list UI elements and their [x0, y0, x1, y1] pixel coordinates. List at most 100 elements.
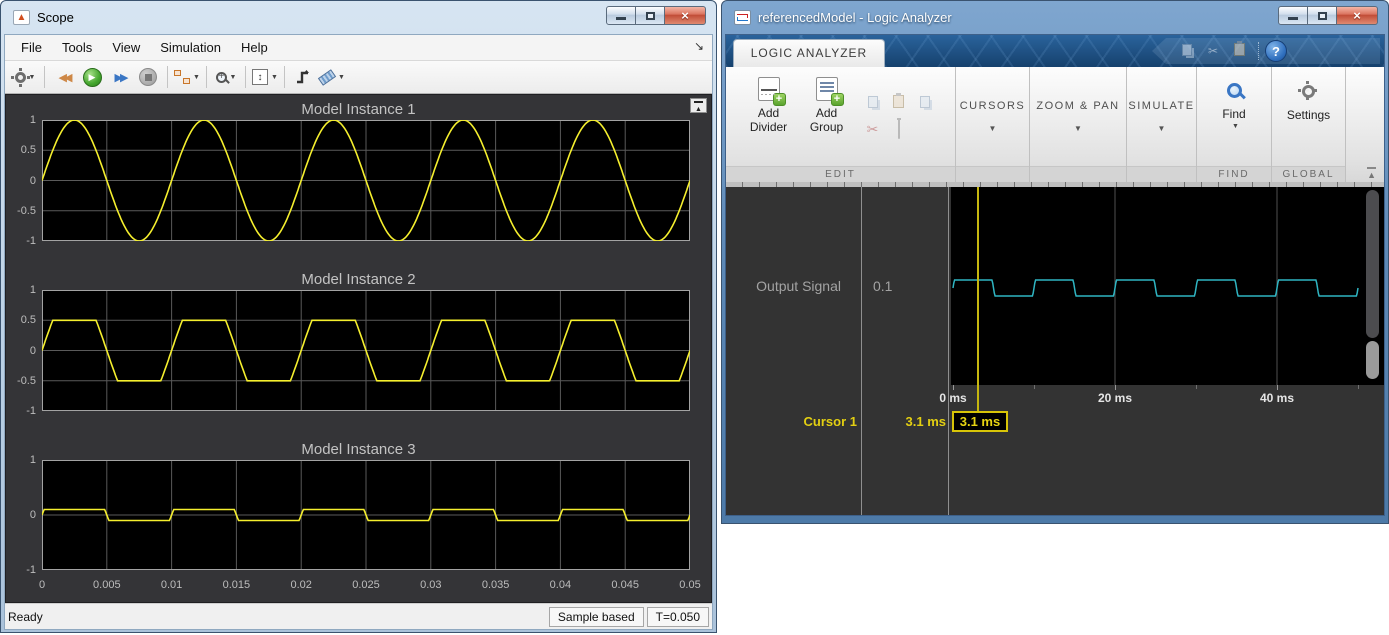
delete-icon[interactable] — [898, 121, 900, 139]
x-tick-label: 0.03 — [409, 579, 453, 591]
plot-canvas[interactable] — [42, 120, 690, 246]
scope-settings-button[interactable]: ▼ — [12, 64, 38, 90]
plot-title: Model Instance 3 — [6, 439, 711, 460]
y-tick-label: 0 — [30, 509, 36, 521]
menu-help[interactable]: Help — [231, 35, 278, 61]
maximize-button[interactable] — [635, 6, 665, 25]
collapse-toolstrip-button[interactable]: ▲ — [1367, 167, 1376, 180]
simulate-label: SIMULATE — [1128, 100, 1194, 112]
scrollbar-thumb[interactable] — [1366, 190, 1379, 338]
close-button[interactable]: × — [1336, 6, 1378, 25]
axis-tick — [1277, 385, 1278, 390]
plot-model-instance-1: Model Instance 1 10.50-0.5-1 — [6, 99, 711, 246]
chevron-down-icon: ▼ — [271, 74, 278, 81]
cursor-flag[interactable]: 3.1 ms — [952, 411, 1008, 432]
cursor-line[interactable] — [977, 187, 979, 411]
plot-title: Model Instance 2 — [6, 269, 711, 290]
x-tick-label: 0 — [20, 579, 64, 591]
la-tab-banner: LOGIC ANALYZER ✂ ? — [726, 35, 1384, 67]
x-tick-label: 0.015 — [214, 579, 258, 591]
axis-tick-minor — [1358, 385, 1359, 389]
search-icon — [1227, 83, 1242, 98]
trigger-button[interactable] — [291, 64, 317, 90]
settings-button[interactable]: Settings — [1276, 71, 1342, 163]
scope-menubar: File Tools View Simulation Help ↘ — [5, 35, 712, 61]
logic-analyzer-window: referencedModel - Logic Analyzer × LOGIC… — [721, 0, 1389, 524]
section-label-global: GLOBAL — [1272, 166, 1345, 182]
gear-icon — [15, 72, 26, 83]
y-tick-label: -1 — [26, 235, 36, 247]
ruler-icon — [318, 69, 336, 86]
tab-logic-analyzer[interactable]: LOGIC ANALYZER — [733, 39, 885, 67]
scope-statusbar: Ready Sample based T=0.050 — [5, 603, 712, 629]
stop-icon — [139, 68, 157, 86]
menu-view[interactable]: View — [102, 35, 150, 61]
minimize-button[interactable] — [606, 6, 636, 25]
vertical-scrollbar[interactable] — [1366, 190, 1379, 382]
paste-icon[interactable] — [1226, 43, 1252, 59]
cursor-value: 3.1 ms — [861, 414, 946, 429]
add-divider-button[interactable]: + Add Divider — [740, 71, 798, 163]
plot-model-instance-2: Model Instance 2 10.50-0.5-1 — [6, 269, 711, 416]
column-divider[interactable] — [861, 187, 862, 515]
cursors-label: CURSORS — [960, 100, 1026, 112]
stop-button[interactable] — [135, 64, 161, 90]
run-button[interactable]: ▶ — [79, 64, 105, 90]
measurements-button[interactable]: ▼ — [319, 64, 345, 90]
toolstrip-section-find: Find ▼ FIND — [1197, 67, 1272, 183]
waveform-canvas[interactable] — [951, 187, 1384, 385]
scale-axes-button[interactable]: ↕▼ — [252, 64, 278, 90]
toolstrip-section-simulate[interactable]: SIMULATE ▼ — [1127, 67, 1197, 183]
copy-icon[interactable] — [868, 95, 878, 113]
plot-canvas[interactable] — [42, 290, 690, 416]
y-tick-label: 0 — [30, 175, 36, 187]
toolstrip-section-zoom-pan[interactable]: ZOOM & PAN ▼ — [1030, 67, 1127, 183]
play-icon: ▶ — [83, 68, 102, 87]
close-button[interactable]: × — [664, 6, 706, 25]
chevron-down-icon: ▼ — [338, 74, 345, 81]
y-tick-label: -1 — [26, 405, 36, 417]
y-tick-label: 1 — [30, 454, 36, 466]
y-tick-label: 0.5 — [21, 314, 36, 326]
chevron-down-icon[interactable]: ▼ — [989, 124, 997, 133]
add-group-button[interactable]: + Add Group — [798, 71, 856, 163]
section-label-edit: EDIT — [726, 166, 955, 182]
cut-icon[interactable]: ✂ — [867, 121, 879, 138]
chevron-down-icon: ▼ — [1232, 123, 1239, 130]
find-button[interactable]: Find ▼ — [1201, 71, 1267, 163]
minimize-button[interactable] — [1278, 6, 1308, 25]
menu-tools[interactable]: Tools — [52, 35, 102, 61]
x-tick-label: 0.045 — [603, 579, 647, 591]
scrollbar-track-piece[interactable] — [1366, 341, 1379, 379]
duplicate-icon[interactable] — [920, 95, 930, 113]
zoom-button[interactable]: ▼ — [213, 64, 239, 90]
time-axis-label: 40 ms — [1247, 391, 1307, 405]
x-tick-label: 0.04 — [538, 579, 582, 591]
la-titlebar[interactable]: referencedModel - Logic Analyzer × — [725, 1, 1385, 34]
add-group-icon: + — [816, 77, 838, 101]
menu-file[interactable]: File — [11, 35, 52, 61]
axis-tick — [1115, 385, 1116, 390]
step-forward-button[interactable]: ▶▶ — [107, 64, 133, 90]
column-divider[interactable] — [948, 187, 949, 515]
help-icon[interactable]: ? — [1265, 40, 1287, 62]
maximize-button[interactable] — [1307, 6, 1337, 25]
chevron-down-icon[interactable]: ▼ — [1158, 124, 1166, 133]
cut-icon[interactable]: ✂ — [1200, 44, 1226, 58]
signal-name-cell[interactable]: Output Signal — [726, 187, 861, 385]
copy-icon[interactable] — [1174, 44, 1200, 59]
logic-analyzer-app-icon — [734, 10, 751, 25]
step-back-button[interactable]: ◀◀ — [51, 64, 77, 90]
cursor-name[interactable]: Cursor 1 — [726, 414, 857, 429]
chevron-down-icon[interactable]: ▼ — [1074, 124, 1082, 133]
scope-titlebar[interactable]: ▲ Scope × — [4, 1, 713, 34]
status-text: Ready — [8, 610, 43, 624]
toolstrip-section-cursors[interactable]: CURSORS ▼ — [956, 67, 1030, 183]
plot-canvas[interactable] — [42, 460, 690, 575]
highlight-block-button[interactable]: ▼ — [174, 64, 200, 90]
menu-simulation[interactable]: Simulation — [150, 35, 231, 61]
paste-icon[interactable] — [893, 95, 904, 113]
dock-arrow-icon[interactable]: ↘ — [694, 39, 704, 53]
x-tick-label: 0.01 — [150, 579, 194, 591]
cursor-row: Cursor 1 3.1 ms 3.1 ms — [726, 411, 1384, 435]
